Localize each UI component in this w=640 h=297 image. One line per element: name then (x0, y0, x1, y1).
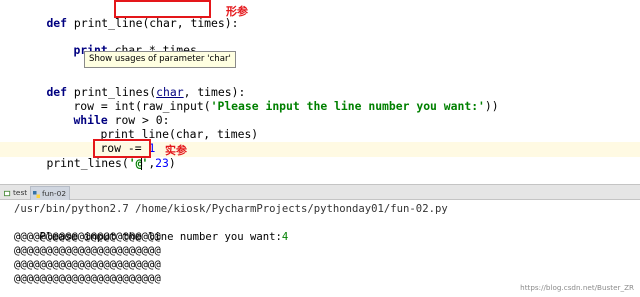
console-user-input: 4 (281, 231, 289, 243)
code-editor[interactable]: def print_line(char, times): 形参 print ch… (0, 0, 640, 182)
console-output-line: @@@@@@@@@@@@@@@@@@@@@@@ (14, 231, 161, 243)
console-output-line: @@@@@@@@@@@@@@@@@@@@@@@ (14, 273, 161, 285)
run-tab-fun-02[interactable]: fun-02 (30, 186, 71, 201)
actual-args-highlight-box (93, 139, 151, 158)
function-name: print_line (67, 16, 143, 30)
run-tab-bar: test fun-02 (0, 184, 640, 201)
keyword-def: def (46, 16, 68, 30)
run-tab-test[interactable]: test (2, 186, 30, 199)
parameter-usage-tooltip: Show usages of parameter 'char' (84, 51, 236, 68)
code-line-4[interactable]: row = int(raw_input('Please input the li… (46, 85, 498, 113)
tab-label: fun-02 (42, 189, 67, 198)
run-config-icon (4, 190, 11, 196)
closing-parens: )) (484, 99, 499, 113)
code-line-3[interactable]: def print_lines(char, times): (19, 71, 245, 99)
tab-label: test (13, 188, 28, 197)
formal-params-highlight-box (114, 0, 211, 18)
code-line-5[interactable]: while row > 0: (46, 99, 169, 127)
number-literal: 23 (155, 156, 169, 170)
console-prompt-line: Please input the line number you want:4 (14, 216, 289, 243)
run-console[interactable]: /usr/bin/python2.7 /home/kiosk/PycharmPr… (0, 200, 640, 297)
console-command: /usr/bin/python2.7 /home/kiosk/PycharmPr… (14, 203, 448, 215)
print-lines-call: print_lines( (46, 156, 129, 170)
console-output-line: @@@@@@@@@@@@@@@@@@@@@@@ (14, 259, 161, 271)
watermark: https://blog.csdn.net/Buster_ZR (520, 283, 634, 292)
code-line-2[interactable]: print char * times (46, 29, 196, 57)
formal-params-annotation: 形参 (226, 5, 248, 18)
parameter-list: (char, times): (142, 16, 239, 30)
actual-args-annotation: 实参 (165, 144, 187, 157)
code-line-6[interactable]: print_line(char, times) (73, 113, 258, 141)
prompt-string: 'Please input the line number you want:' (210, 99, 485, 113)
python-file-icon (33, 190, 40, 198)
console-output-line: @@@@@@@@@@@@@@@@@@@@@@@ (14, 245, 161, 257)
closing-paren: ) (168, 156, 176, 170)
